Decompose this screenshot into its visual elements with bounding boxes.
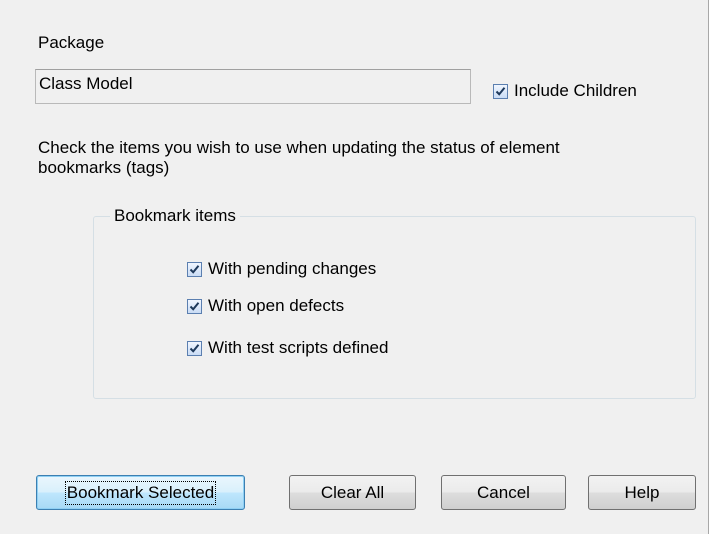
clear-all-button[interactable]: Clear All xyxy=(289,475,416,510)
package-label: Package xyxy=(38,33,105,52)
open-defects-checkbox[interactable]: With open defects xyxy=(187,296,344,316)
instructions-text: Check the items you wish to use when upd… xyxy=(38,138,708,178)
cancel-button[interactable]: Cancel xyxy=(441,475,566,510)
pending-changes-checkbox[interactable]: With pending changes xyxy=(187,259,376,279)
help-button[interactable]: Help xyxy=(588,475,696,510)
test-scripts-label[interactable]: With test scripts defined xyxy=(208,338,388,358)
bookmark-dialog: Package Class Model Include Children Che… xyxy=(0,0,709,534)
checkbox-checked-icon[interactable] xyxy=(187,340,202,356)
include-children-checkbox[interactable]: Include Children xyxy=(493,81,637,101)
bookmark-selected-button[interactable]: Bookmark Selected xyxy=(36,475,245,510)
open-defects-label[interactable]: With open defects xyxy=(208,296,344,316)
checkbox-checked-icon[interactable] xyxy=(493,83,508,99)
test-scripts-checkbox[interactable]: With test scripts defined xyxy=(187,338,388,358)
checkbox-checked-icon[interactable] xyxy=(187,298,202,314)
checkbox-checked-icon[interactable] xyxy=(187,261,202,277)
pending-changes-label[interactable]: With pending changes xyxy=(208,259,376,279)
instructions-line-1: Check the items you wish to use when upd… xyxy=(38,138,560,157)
bookmark-selected-label: Bookmark Selected xyxy=(64,481,217,505)
include-children-label[interactable]: Include Children xyxy=(514,81,637,101)
instructions-line-2: bookmarks (tags) xyxy=(38,158,170,177)
bookmark-items-group-title: Bookmark items xyxy=(110,206,240,226)
package-name-field: Class Model xyxy=(35,69,471,104)
bookmark-items-group xyxy=(93,216,696,399)
